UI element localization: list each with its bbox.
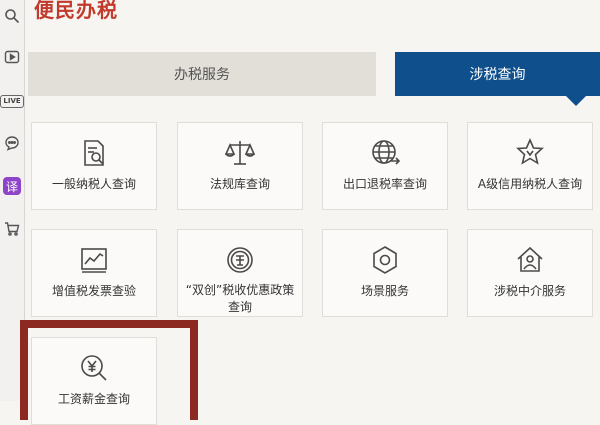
- chat-icon[interactable]: [2, 133, 22, 153]
- search-icon[interactable]: [2, 6, 22, 26]
- scales-icon: [223, 136, 257, 170]
- service-card-scenarios[interactable]: 场景服务: [322, 229, 448, 317]
- cart-icon[interactable]: [2, 219, 22, 239]
- service-card-innovation-policy[interactable]: “双创”税收优惠政策查询: [177, 229, 303, 317]
- service-card-regulations[interactable]: 法规库查询: [177, 122, 303, 210]
- video-icon[interactable]: [2, 47, 22, 67]
- tab-tax-services[interactable]: 办税服务: [28, 52, 376, 96]
- service-label: 法规库查询: [209, 177, 270, 191]
- star-badge-icon: [513, 136, 547, 170]
- tab-tax-query[interactable]: 涉税查询: [395, 52, 600, 96]
- hexagon-icon: [368, 243, 402, 277]
- live-icon[interactable]: LIVE: [0, 91, 24, 111]
- active-tab-pointer: [566, 96, 586, 106]
- service-card-tax-agency[interactable]: 涉税中介服务: [467, 229, 593, 317]
- service-card-vat-invoice[interactable]: 增值税发票查验: [31, 229, 157, 317]
- service-label: 增值税发票查验: [51, 284, 136, 298]
- page-title: 便民办税: [34, 0, 118, 22]
- tab-label: 涉税查询: [469, 67, 526, 83]
- service-label: 场景服务: [360, 284, 409, 298]
- document-search-icon: [77, 136, 111, 170]
- service-card-general-taxpayer[interactable]: 一般纳税人查询: [31, 122, 157, 210]
- globe-arrow-icon: [368, 136, 402, 170]
- service-card-export-rebate[interactable]: 出口退税率查询: [322, 122, 448, 210]
- chart-frame-icon: [77, 243, 111, 277]
- live-label: LIVE: [0, 94, 24, 108]
- service-label: 出口退税率查询: [342, 177, 427, 191]
- translate-button[interactable]: 译: [2, 176, 22, 196]
- service-label: “双创”税收优惠政策查询: [185, 283, 295, 314]
- service-label: 一般纳税人查询: [51, 177, 136, 191]
- service-card-a-credit[interactable]: A级信用纳税人查询: [467, 122, 593, 210]
- service-label: A级信用纳税人查询: [477, 177, 583, 191]
- service-label: 涉税中介服务: [493, 284, 566, 298]
- tab-label: 办税服务: [174, 67, 230, 83]
- translate-icon: 译: [3, 177, 21, 195]
- house-person-icon: [513, 243, 547, 277]
- highlight-box: [20, 320, 198, 420]
- coin-icon: [223, 243, 257, 276]
